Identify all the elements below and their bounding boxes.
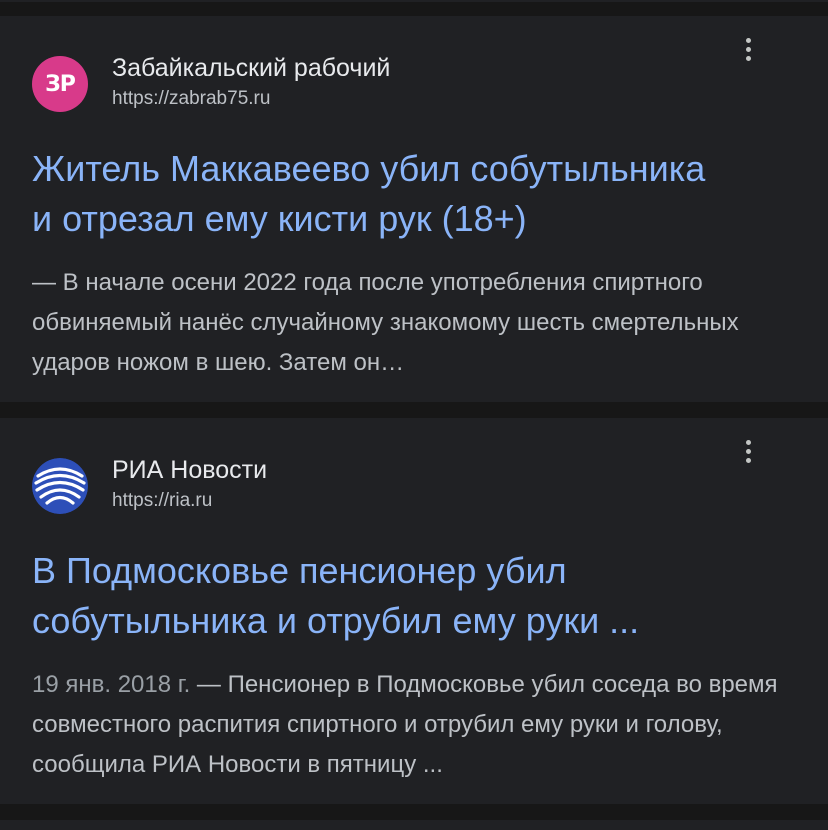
result-snippet: 19 янв. 2018 г. — Пенсионер в Подмосковь… — [32, 665, 802, 785]
result-title-line: Житель Маккавеево убил собутыльника — [32, 148, 706, 189]
more-options-icon[interactable] — [740, 38, 756, 68]
more-options-icon[interactable] — [740, 440, 756, 470]
zabrab-logo-icon: ЗР — [32, 56, 88, 112]
result-title-line: В Подмосковье пенсионер убил — [32, 550, 567, 591]
result-title-link[interactable]: Житель Маккавеево убил собутыльника и от… — [32, 144, 812, 244]
next-result-card-edge — [0, 820, 828, 830]
source-url: https://ria.ru — [112, 490, 213, 511]
result-source[interactable]: РИА Новости https://ria.ru — [32, 456, 792, 516]
source-name: Забайкальский рабочий — [112, 54, 391, 82]
result-title-line: собутыльника и отрубил ему руки ... — [32, 600, 640, 641]
search-result-card: РИА Новости https://ria.ru В Подмосковье… — [0, 418, 828, 804]
result-source[interactable]: ЗР Забайкальский рабочий https://zabrab7… — [32, 54, 792, 114]
result-snippet: — В начале осени 2022 года после употреб… — [32, 263, 802, 383]
result-date: 19 янв. 2018 г. — [32, 671, 191, 698]
favicon-letters: ЗР — [45, 71, 76, 97]
result-snippet-text: — В начале осени 2022 года после употреб… — [32, 269, 739, 376]
source-name: РИА Новости — [112, 456, 268, 484]
result-title-line: и отрезал ему кисти рук (18+) — [32, 198, 527, 239]
result-title-link[interactable]: В Подмосковье пенсионер убил собутыльник… — [32, 546, 812, 646]
previous-result-card-edge — [0, 0, 828, 2]
ria-logo-icon — [32, 458, 88, 514]
search-result-card: ЗР Забайкальский рабочий https://zabrab7… — [0, 16, 828, 402]
source-url: https://zabrab75.ru — [112, 88, 271, 109]
